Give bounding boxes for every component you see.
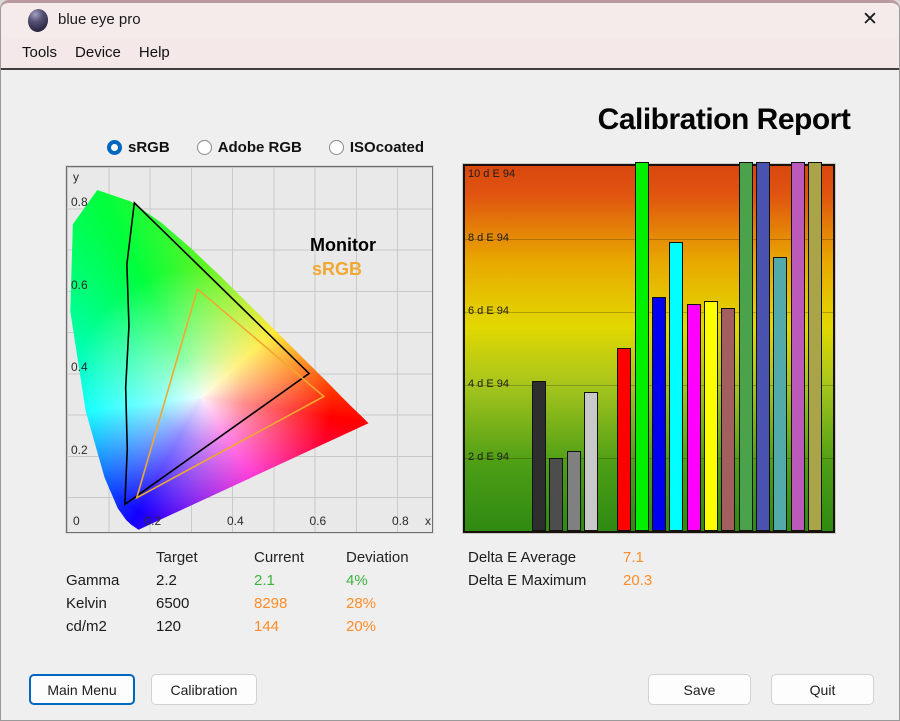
window-title: blue eye pro — [58, 11, 141, 28]
delta-e-bar-light-gray — [584, 392, 598, 531]
srgb-gamut-triangle — [135, 287, 326, 500]
table-corner — [66, 549, 156, 572]
calibration-button[interactable]: Calibration — [151, 674, 257, 705]
chart-gridline — [465, 238, 833, 240]
delta-e-summary: Delta E Average 7.1 Delta E Maximum 20.3 — [468, 549, 703, 595]
y-tick-label: 0.4 — [71, 360, 88, 374]
delta-e-bar-rosy-brown — [721, 308, 736, 531]
delta-e-bar-yellow — [704, 300, 718, 531]
delta-e-bar-slate-blue — [756, 162, 770, 531]
delta-e-bar-black — [532, 381, 546, 531]
colorspace-radio-group: sRGB Adobe RGB ISOcoated — [107, 139, 424, 156]
delta-e-bar-blue — [652, 297, 666, 531]
close-icon[interactable]: ✕ — [855, 6, 885, 34]
delta-e-maximum-label: Delta E Maximum — [468, 572, 587, 589]
delta-e-bar-sea-green — [738, 162, 753, 531]
x-tick-label: 0.8 — [392, 514, 409, 528]
delta-e-average-value: 7.1 — [623, 549, 644, 566]
delta-e-chart: 2 d E 94 4 d E 94 6 d E 94 8 d E 94 10 d E 9… — [463, 162, 835, 533]
col-header-deviation: Deviation — [346, 549, 409, 566]
x-tick-label: 0.4 — [227, 514, 244, 528]
delta-e-bar-gray — [566, 450, 581, 531]
delta-e-bar-cyan — [669, 242, 684, 531]
x-tick-label: 0 — [73, 514, 80, 528]
delta-e-bar-magenta — [686, 304, 701, 531]
chromaticity-diagram: 0 0.2 0.4 0.6 0.8 0.2 0.4 0.6 0.8 y x Monitor sRGB — [66, 166, 433, 533]
legend-monitor: Monitor — [310, 235, 376, 255]
menu-tools[interactable]: Tools — [13, 37, 66, 68]
row-label-luminance: cd/m2 — [66, 618, 107, 635]
app-icon — [26, 7, 50, 34]
title-bar: blue eye pro ✕ — [1, 3, 899, 37]
legend-srgb: sRGB — [312, 259, 363, 279]
delta-e-bar-orchid — [790, 162, 805, 531]
delta-e-bar-dark-gray — [549, 457, 564, 531]
delta-e-bar-dark-khaki — [807, 162, 822, 531]
main-menu-button[interactable]: Main Menu — [29, 674, 135, 705]
gamma-deviation: 4% — [346, 572, 368, 589]
menu-bar: Tools Device Help — [1, 37, 899, 70]
col-header-current: Current — [254, 549, 305, 566]
chart-y-tick-label: 8 d E 94 — [468, 231, 509, 244]
save-button[interactable]: Save — [648, 674, 751, 705]
y-axis-label: y — [73, 170, 79, 184]
radio-button-icon — [107, 140, 122, 155]
radio-button-icon — [196, 140, 212, 155]
page-title: Calibration Report — [597, 103, 851, 136]
gamma-target: 2.2 — [156, 572, 177, 589]
kelvin-target: 6500 — [156, 595, 190, 612]
gamma-current: 2.1 — [254, 572, 275, 589]
chart-y-tick-label: 10 d E 94 — [468, 168, 516, 180]
delta-e-bar-green — [634, 162, 649, 531]
delta-e-average-label: Delta E Average — [468, 549, 577, 566]
gamut-overlay — [124, 201, 326, 506]
col-header-target: Target — [156, 549, 198, 566]
app-window: blue eye pro ✕ Tools Device Help Calibra… — [0, 0, 900, 721]
kelvin-deviation: 28% — [346, 595, 377, 612]
luminance-current: 144 — [254, 618, 280, 635]
results-table: Target Current Deviation Gamma 2.2 2.1 4… — [66, 549, 436, 641]
delta-e-bar-red — [617, 348, 632, 531]
radio-isocoated[interactable]: ISOcoated — [328, 139, 424, 156]
menu-device[interactable]: Device — [66, 37, 130, 68]
chart-y-tick-label: 6 d E 94 — [468, 304, 509, 317]
radio-button-icon — [328, 140, 344, 155]
y-tick-label: 0.6 — [71, 277, 88, 292]
kelvin-current: 8298 — [254, 595, 288, 612]
luminance-deviation: 20% — [346, 618, 377, 635]
monitor-gamut-triangle — [124, 201, 311, 506]
y-tick-label: 0.8 — [71, 195, 88, 209]
x-axis-label: x — [425, 514, 431, 528]
menu-help[interactable]: Help — [130, 37, 179, 68]
quit-button[interactable]: Quit — [771, 674, 874, 705]
chart-y-tick-label: 4 d E 94 — [468, 377, 509, 390]
chart-y-tick-label: 2 d E 94 — [468, 450, 509, 463]
luminance-target: 120 — [156, 618, 182, 635]
row-label-gamma: Gamma — [66, 572, 120, 589]
row-label-kelvin: Kelvin — [66, 595, 107, 612]
radio-adobe-rgb[interactable]: Adobe RGB — [196, 139, 302, 156]
delta-e-maximum-value: 20.3 — [623, 572, 653, 589]
radio-srgb[interactable]: sRGB — [107, 139, 170, 156]
y-tick-label: 0.2 — [71, 442, 88, 457]
x-tick-label: 0.6 — [309, 514, 327, 528]
delta-e-bar-teal — [773, 256, 788, 531]
x-tick-label: 0.2 — [144, 514, 162, 528]
